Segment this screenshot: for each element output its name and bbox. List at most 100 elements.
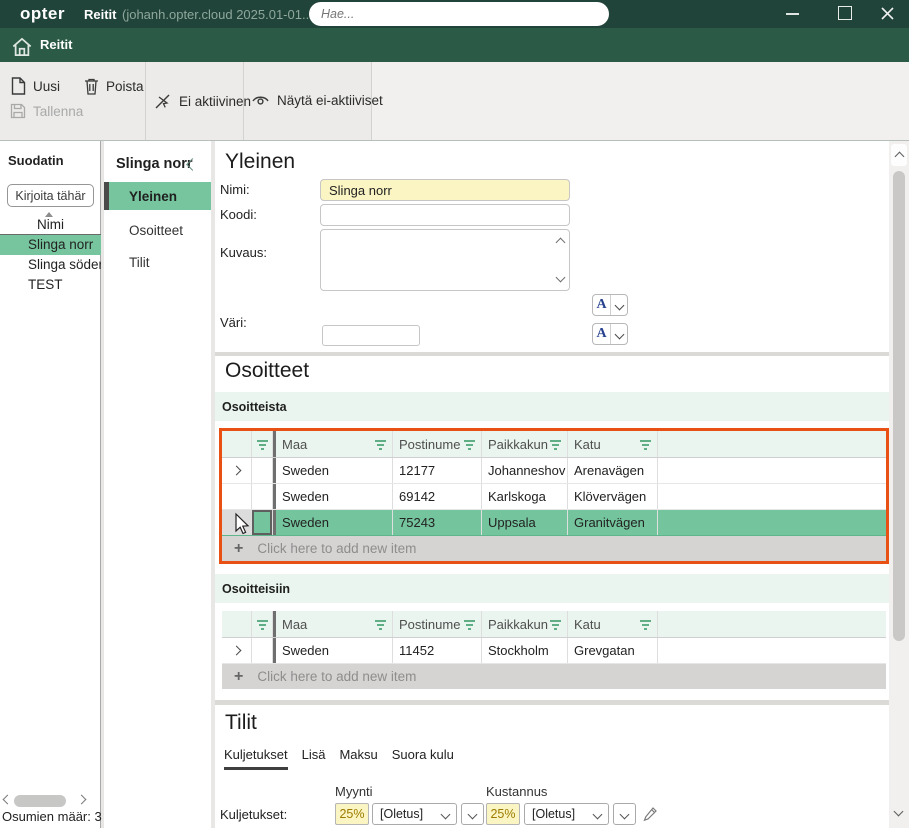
table-row[interactable]: Sweden 11452 Stockholm Grevgatan [222, 638, 886, 664]
font-color-a-icon: A [593, 295, 611, 315]
column-header-maa[interactable]: Maa [273, 611, 393, 637]
description-field[interactable] [320, 229, 570, 291]
column-header-postinumero[interactable]: Postinume [393, 431, 482, 457]
column-header-nimi[interactable]: Nimi [0, 217, 101, 232]
new-button[interactable]: Uusi [11, 77, 60, 95]
header-filter-cell[interactable] [252, 431, 273, 457]
table-row[interactable]: Sweden 69142 Karlskoga Klövervägen [222, 484, 886, 510]
hit-count-label: Osumien määr: 3 [2, 809, 102, 824]
chevron-down-icon[interactable] [611, 331, 627, 338]
section-heading-osoitteet: Osoitteet [225, 359, 309, 383]
column-header-paikkakunta[interactable]: Paikkakun [482, 431, 568, 457]
subsection-osoitteista: Osoitteista [215, 392, 889, 421]
cost-extra-dropdown[interactable] [613, 803, 636, 825]
code-label: Koodi: [220, 207, 257, 222]
font-color-button-top[interactable]: A [592, 294, 628, 316]
column-header-postinumero[interactable]: Postinume [393, 611, 482, 637]
sales-extra-dropdown[interactable] [461, 803, 484, 825]
mouse-cursor [232, 512, 250, 536]
close-button[interactable] [879, 5, 896, 22]
row-expander[interactable] [222, 484, 252, 509]
header-filter-cell[interactable] [252, 611, 273, 637]
code-field[interactable] [320, 204, 570, 226]
home-icon[interactable] [11, 37, 33, 57]
filter-icon[interactable] [374, 619, 387, 630]
name-field[interactable] [320, 179, 570, 201]
filter-icon[interactable] [463, 619, 476, 630]
hscroll-left-arrow[interactable] [3, 795, 13, 805]
inactive-button[interactable]: Ei aktiivinen [154, 93, 251, 110]
scroll-up-button[interactable] [891, 144, 907, 166]
section-heading-tilit: Tilit [225, 711, 257, 735]
filter-icon[interactable] [639, 439, 652, 450]
column-header-maa[interactable]: Maa [273, 431, 393, 457]
tab-maksu[interactable]: Maksu [339, 747, 377, 770]
table-row-selected[interactable]: Sweden 75243 Uppsala Granitvägen [222, 510, 886, 536]
save-button[interactable]: Tallenna [10, 103, 83, 119]
show-inactive-button[interactable]: Näytä ei-aktiiviset [251, 93, 383, 108]
row-expander[interactable] [222, 638, 252, 663]
list-item-slinga-soder[interactable]: Slinga söder [0, 255, 101, 275]
from-addresses-table: Maa Postinume Paikkakun Katu Sweden 1217… [219, 428, 889, 564]
global-search[interactable] [309, 2, 609, 26]
cost-vat-field[interactable]: 25% [486, 803, 520, 825]
tab-kuljetukset[interactable]: Kuljetukset [224, 747, 288, 770]
inactive-pointer-icon [154, 93, 172, 110]
maximize-button[interactable] [838, 6, 852, 20]
scroll-down-button[interactable] [894, 807, 904, 817]
filter-icon[interactable] [463, 439, 476, 450]
toolbar-separator [145, 62, 146, 140]
scroll-up-icon[interactable] [556, 238, 566, 248]
add-new-item-row[interactable]: + Click here to add new item [222, 536, 886, 561]
minimize-button[interactable] [786, 13, 799, 15]
section-divider [215, 700, 889, 705]
vscroll-thumb[interactable] [893, 171, 905, 641]
name-label: Nimi: [220, 182, 250, 197]
add-new-item-row[interactable]: + Click here to add new item [222, 664, 886, 689]
detail-nav-panel: Slinga norr Yleinen Osoitteet Tilit [104, 141, 211, 828]
tab-suora-kulu[interactable]: Suora kulu [392, 747, 454, 770]
nav-item-tilit[interactable]: Tilit [104, 249, 211, 275]
color-field[interactable] [322, 325, 420, 346]
sales-column-header: Myynti [335, 784, 373, 799]
filter-icon[interactable] [549, 439, 562, 450]
column-header-katu[interactable]: Katu [568, 611, 658, 637]
column-header-paikkakunta[interactable]: Paikkakun [482, 611, 568, 637]
filter-icon[interactable] [256, 439, 269, 450]
table-row[interactable]: Sweden 12177 Johanneshov Arenavägen [222, 458, 886, 484]
row-expander[interactable] [222, 458, 252, 483]
trash-icon [84, 77, 99, 95]
tab-lisa[interactable]: Lisä [302, 747, 326, 770]
edit-pencil-icon[interactable] [643, 806, 658, 822]
font-color-a-icon: A [593, 324, 611, 344]
nav-item-yleinen[interactable]: Yleinen [104, 182, 211, 210]
section-heading-yleinen: Yleinen [225, 150, 295, 174]
list-item-test[interactable]: TEST [0, 275, 101, 295]
filter-icon[interactable] [549, 619, 562, 630]
titlebar: opter Reitit (johanh.opter.cloud 2025.01… [0, 0, 909, 28]
tab-reitit[interactable]: Reitit [40, 37, 73, 52]
chevron-down-icon[interactable] [611, 302, 627, 309]
filter-input[interactable] [7, 184, 94, 207]
list-item-slinga-norr[interactable]: Slinga norr [0, 235, 101, 255]
plus-icon: + [234, 668, 243, 686]
scroll-down-icon[interactable] [556, 273, 566, 283]
chevron-down-icon [620, 809, 630, 819]
hscroll-right-arrow[interactable] [77, 795, 87, 805]
delete-button[interactable]: Poista [84, 77, 144, 95]
filter-icon[interactable] [639, 619, 652, 630]
chevron-down-icon [593, 809, 603, 819]
nav-item-osoitteet[interactable]: Osoitteet [104, 217, 211, 243]
save-icon [10, 103, 26, 119]
header-empty-cell [658, 431, 886, 457]
filter-icon[interactable] [374, 439, 387, 450]
sales-vat-field[interactable]: 25% [335, 803, 369, 825]
sales-account-select[interactable]: [Oletus] [372, 803, 457, 825]
search-input[interactable] [321, 7, 597, 21]
cost-account-select[interactable]: [Oletus] [524, 803, 609, 825]
column-header-katu[interactable]: Katu [568, 431, 658, 457]
font-color-button-bottom[interactable]: A [592, 323, 628, 345]
hscroll-thumb[interactable] [14, 795, 66, 807]
filter-icon[interactable] [256, 619, 269, 630]
description-label: Kuvaus: [220, 245, 267, 260]
